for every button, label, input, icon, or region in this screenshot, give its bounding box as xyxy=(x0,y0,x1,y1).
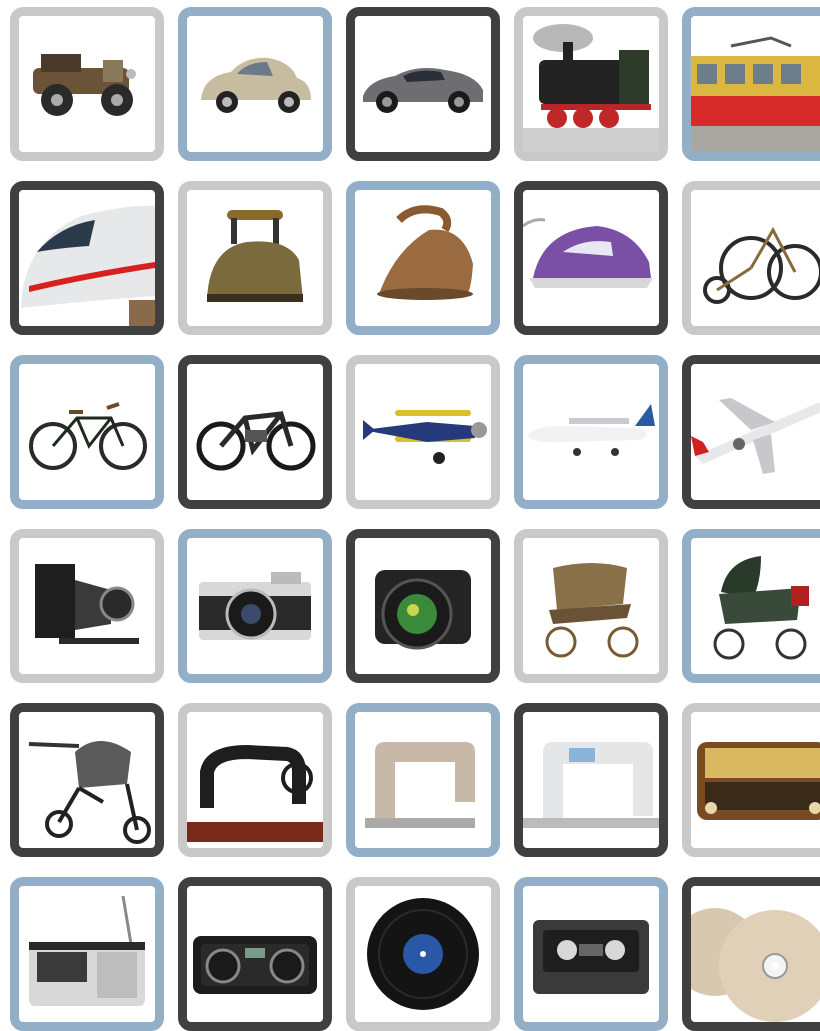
memory-card-tram[interactable] xyxy=(682,7,820,161)
memory-card-tricycle[interactable] xyxy=(682,181,820,335)
steam-iron-picture xyxy=(523,190,659,326)
memory-card-jet-airliner[interactable] xyxy=(682,355,820,509)
memory-card-cassette-tape[interactable] xyxy=(514,877,668,1031)
high-speed-train-picture xyxy=(19,190,155,326)
film-camera-picture xyxy=(187,538,323,674)
tricycle-picture xyxy=(691,190,820,326)
flat-iron-picture xyxy=(355,190,491,326)
compact-discs-picture xyxy=(691,886,820,1022)
memory-card-sports-car[interactable] xyxy=(346,7,500,161)
biplane-picture xyxy=(355,364,491,500)
wicker-pram-picture xyxy=(523,538,659,674)
memory-card-tube-radio[interactable] xyxy=(682,703,820,857)
memory-card-antique-iron[interactable] xyxy=(178,181,332,335)
memory-card-bicycle[interactable] xyxy=(10,355,164,509)
jogging-stroller-picture xyxy=(19,712,155,848)
memory-card-steam-iron[interactable] xyxy=(514,181,668,335)
cassette-tape-picture xyxy=(523,886,659,1022)
memory-card-modern-sewing-machine[interactable] xyxy=(514,703,668,857)
memory-card-beetle-car[interactable] xyxy=(178,7,332,161)
steam-locomotive-picture xyxy=(523,16,659,152)
memory-card-folding-camera[interactable] xyxy=(10,529,164,683)
antique-iron-picture xyxy=(187,190,323,326)
memory-card-treadle-sewing-machine[interactable] xyxy=(178,703,332,857)
tube-radio-picture xyxy=(691,712,820,848)
tram-picture xyxy=(691,16,820,152)
memory-card-vintage-pram[interactable] xyxy=(682,529,820,683)
memory-card-high-speed-train[interactable] xyxy=(10,181,164,335)
e-bike-picture xyxy=(187,364,323,500)
propeller-plane-picture xyxy=(523,364,659,500)
memory-card-steam-locomotive[interactable] xyxy=(514,7,668,161)
memory-card-flat-iron[interactable] xyxy=(346,181,500,335)
boombox-picture xyxy=(187,886,323,1022)
vintage-car-picture xyxy=(19,16,155,152)
memory-card-vintage-sewing-machine[interactable] xyxy=(346,703,500,857)
memory-card-e-bike[interactable] xyxy=(178,355,332,509)
memory-card-film-camera[interactable] xyxy=(178,529,332,683)
memory-card-wicker-pram[interactable] xyxy=(514,529,668,683)
memory-card-boombox[interactable] xyxy=(178,877,332,1031)
jet-airliner-picture xyxy=(691,364,820,500)
folding-camera-picture xyxy=(19,538,155,674)
memory-card-biplane[interactable] xyxy=(346,355,500,509)
vinyl-record-picture xyxy=(355,886,491,1022)
memory-card-propeller-plane[interactable] xyxy=(514,355,668,509)
dslr-camera-picture xyxy=(355,538,491,674)
memory-card-jogging-stroller[interactable] xyxy=(10,703,164,857)
treadle-sewing-machine-picture xyxy=(187,712,323,848)
beetle-car-picture xyxy=(187,16,323,152)
vintage-pram-picture xyxy=(691,538,820,674)
memory-card-vinyl-record[interactable] xyxy=(346,877,500,1031)
modern-sewing-machine-picture xyxy=(523,712,659,848)
bicycle-picture xyxy=(19,364,155,500)
cassette-radio-picture xyxy=(19,886,155,1022)
sports-car-picture xyxy=(355,16,491,152)
memory-card-dslr-camera[interactable] xyxy=(346,529,500,683)
memory-card-vintage-car[interactable] xyxy=(10,7,164,161)
memory-card-cassette-radio[interactable] xyxy=(10,877,164,1031)
memory-card-compact-discs[interactable] xyxy=(682,877,820,1031)
vintage-sewing-machine-picture xyxy=(355,712,491,848)
